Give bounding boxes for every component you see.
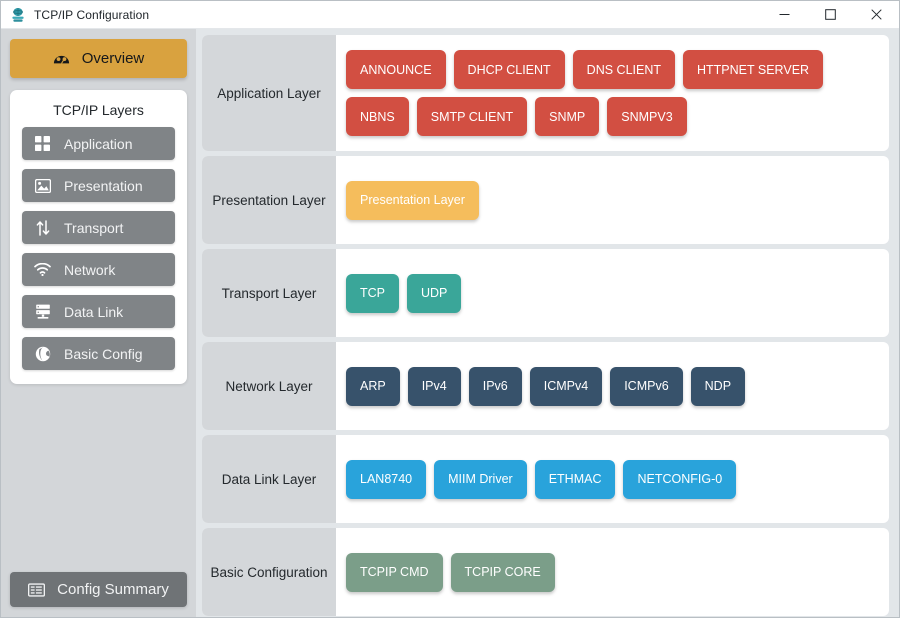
- list-table-icon: [28, 581, 45, 598]
- grid-icon: [34, 135, 51, 152]
- protocol-chip[interactable]: NETCONFIG-0: [623, 460, 736, 499]
- layer-row-presentation: Presentation Layer Presentation Layer: [202, 156, 889, 244]
- protocol-chip[interactable]: DNS CLIENT: [573, 50, 675, 89]
- server-icon: [34, 303, 51, 320]
- layer-row-data-link: Data Link Layer LAN8740MIIM DriverETHMAC…: [202, 435, 889, 523]
- window-title: TCP/IP Configuration: [34, 8, 149, 22]
- protocol-chip[interactable]: ARP: [346, 367, 400, 406]
- maximize-button[interactable]: [807, 1, 853, 29]
- layer-row-basic-configuration: Basic Configuration TCPIP CMDTCPIP CORE: [202, 528, 889, 616]
- row-label: Presentation Layer: [202, 156, 336, 244]
- globe-icon: [34, 345, 51, 362]
- protocol-chip[interactable]: ETHMAC: [535, 460, 616, 499]
- protocol-chip[interactable]: ICMPv4: [530, 367, 602, 406]
- arrows-updown-icon: [34, 219, 51, 236]
- sidebar-item-label: Data Link: [64, 304, 123, 320]
- window-body: Overview TCP/IP Layers Application: [1, 29, 899, 617]
- sidebar-item-application[interactable]: Application: [22, 127, 175, 160]
- protocol-chip[interactable]: SNMP: [535, 97, 599, 136]
- layer-row-network: Network Layer ARPIPv4IPv6ICMPv4ICMPv6NDP: [202, 342, 889, 430]
- wifi-icon: [34, 261, 51, 278]
- protocol-chip[interactable]: UDP: [407, 274, 461, 313]
- sidebar-item-label: Basic Config: [64, 346, 143, 362]
- layer-row-application: Application Layer ANNOUNCEDHCP CLIENTDNS…: [202, 35, 889, 151]
- overview-label: Overview: [82, 50, 145, 67]
- close-button[interactable]: [853, 1, 899, 29]
- protocol-chip[interactable]: ICMPv6: [610, 367, 682, 406]
- sidebar-item-label: Network: [64, 262, 115, 278]
- sidebar-item-presentation[interactable]: Presentation: [22, 169, 175, 202]
- protocol-chip[interactable]: IPv4: [408, 367, 461, 406]
- protocol-chip[interactable]: TCPIP CMD: [346, 553, 443, 592]
- protocol-chip[interactable]: NBNS: [346, 97, 409, 136]
- protocol-chip[interactable]: TCPIP CORE: [451, 553, 555, 592]
- tcpip-layers-card: TCP/IP Layers Application: [10, 90, 187, 384]
- row-chip-list: ARPIPv4IPv6ICMPv4ICMPv6NDP: [336, 342, 889, 430]
- row-chip-list: TCPIP CMDTCPIP CORE: [336, 528, 889, 616]
- layer-row-transport: Transport Layer TCPUDP: [202, 249, 889, 337]
- protocol-chip[interactable]: HTTPNET SERVER: [683, 50, 823, 89]
- window-controls: [761, 1, 899, 29]
- row-label: Basic Configuration: [202, 528, 336, 616]
- row-label: Transport Layer: [202, 249, 336, 337]
- protocol-chip[interactable]: MIIM Driver: [434, 460, 527, 499]
- layers-panel: Application Layer ANNOUNCEDHCP CLIENTDNS…: [196, 29, 899, 617]
- row-chip-list: LAN8740MIIM DriverETHMACNETCONFIG-0: [336, 435, 889, 523]
- sidebar-item-label: Application: [64, 136, 133, 152]
- sidebar-item-data-link[interactable]: Data Link: [22, 295, 175, 328]
- title-bar: TCP/IP Configuration: [1, 1, 899, 29]
- protocol-chip[interactable]: ANNOUNCE: [346, 50, 446, 89]
- sidebar-item-network[interactable]: Network: [22, 253, 175, 286]
- protocol-chip[interactable]: SMTP CLIENT: [417, 97, 527, 136]
- image-icon: [34, 177, 51, 194]
- overview-button[interactable]: Overview: [10, 39, 187, 78]
- row-chip-list: ANNOUNCEDHCP CLIENTDNS CLIENTHTTPNET SER…: [336, 35, 889, 151]
- sidebar: Overview TCP/IP Layers Application: [1, 29, 196, 617]
- protocol-chip[interactable]: LAN8740: [346, 460, 426, 499]
- sidebar-item-basic-config[interactable]: Basic Config: [22, 337, 175, 370]
- network-globe-icon: [10, 7, 26, 23]
- protocol-chip[interactable]: NDP: [691, 367, 745, 406]
- layers-card-title: TCP/IP Layers: [22, 99, 175, 127]
- row-chip-list: Presentation Layer: [336, 156, 889, 244]
- protocol-chip[interactable]: Presentation Layer: [346, 181, 479, 220]
- row-label: Network Layer: [202, 342, 336, 430]
- row-label: Application Layer: [202, 35, 336, 151]
- sidebar-item-label: Transport: [64, 220, 123, 236]
- row-label: Data Link Layer: [202, 435, 336, 523]
- config-summary-label: Config Summary: [57, 581, 169, 598]
- sidebar-spacer: [10, 384, 187, 572]
- row-chip-list: TCPUDP: [336, 249, 889, 337]
- sidebar-item-label: Presentation: [64, 178, 143, 194]
- dashboard-gauge-icon: [53, 50, 70, 67]
- minimize-button[interactable]: [761, 1, 807, 29]
- protocol-chip[interactable]: DHCP CLIENT: [454, 50, 565, 89]
- protocol-chip[interactable]: IPv6: [469, 367, 522, 406]
- sidebar-item-transport[interactable]: Transport: [22, 211, 175, 244]
- app-window: TCP/IP Configuration: [0, 0, 900, 618]
- protocol-chip[interactable]: SNMPV3: [607, 97, 686, 136]
- title-bar-left: TCP/IP Configuration: [1, 7, 149, 23]
- config-summary-button[interactable]: Config Summary: [10, 572, 187, 607]
- protocol-chip[interactable]: TCP: [346, 274, 399, 313]
